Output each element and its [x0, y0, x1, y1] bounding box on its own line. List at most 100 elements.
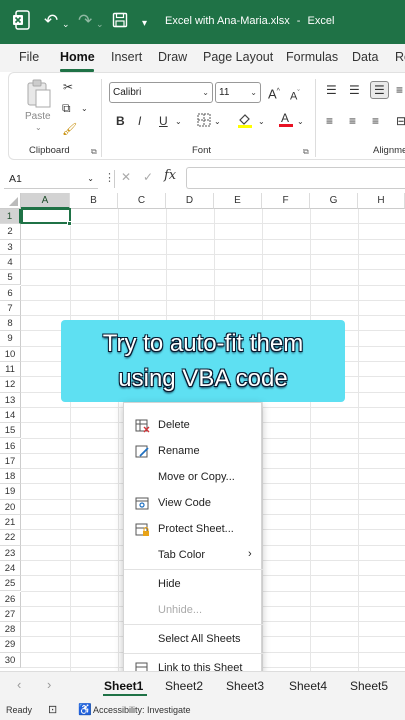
scroll-right-icon[interactable]: ›	[47, 677, 51, 692]
tab-formulas[interactable]: Formulas	[286, 50, 338, 64]
font-color-icon[interactable]: A	[278, 111, 294, 131]
sheet-tab-sheet3[interactable]: Sheet3	[226, 679, 264, 693]
align-top-icon[interactable]: ☰	[326, 83, 337, 97]
fill-handle[interactable]	[67, 221, 72, 226]
name-box[interactable]: A1 ⌄	[4, 169, 98, 189]
row-header-18[interactable]: 18	[0, 469, 21, 485]
select-all-corner[interactable]	[0, 193, 21, 209]
tab-file[interactable]: File	[19, 50, 39, 64]
increase-font-icon[interactable]: A^	[268, 85, 280, 101]
borders-dropdown-icon[interactable]: ⌄	[214, 115, 221, 129]
redo-dropdown-icon[interactable]: ⌄	[96, 14, 104, 34]
column-header-b[interactable]: B	[70, 193, 118, 209]
cancel-icon[interactable]: ✕	[121, 170, 131, 184]
merge-center-icon[interactable]: ⊟	[396, 114, 405, 128]
row-header-29[interactable]: 29	[0, 637, 21, 653]
row-header-20[interactable]: 20	[0, 499, 21, 515]
tab-data[interactable]: Data	[352, 50, 378, 64]
row-header-4[interactable]: 4	[0, 254, 21, 271]
sheet-tab-sheet4[interactable]: Sheet4	[289, 679, 327, 693]
row-header-26[interactable]: 26	[0, 591, 21, 607]
bold-icon[interactable]: B	[116, 114, 125, 128]
undo-dropdown-icon[interactable]: ⌄	[62, 14, 70, 34]
row-header-6[interactable]: 6	[0, 285, 21, 301]
customize-toolbar-icon[interactable]: ▾	[142, 14, 147, 34]
font-launcher-icon[interactable]: ⧉	[303, 147, 309, 157]
row-header-25[interactable]: 25	[0, 576, 21, 592]
clipboard-launcher-icon[interactable]: ⧉	[91, 147, 97, 157]
column-header-a[interactable]: A	[21, 193, 70, 209]
row-header-22[interactable]: 22	[0, 530, 21, 546]
row-header-10[interactable]: 10	[0, 346, 21, 362]
align-center-icon[interactable]: ≡	[349, 114, 356, 128]
column-header-e[interactable]: E	[214, 193, 262, 209]
align-right-icon[interactable]: ≡	[372, 114, 379, 128]
row-header-7[interactable]: 7	[0, 300, 21, 317]
font-color-dropdown-icon[interactable]: ⌄	[297, 115, 304, 129]
row-header-5[interactable]: 5	[0, 270, 21, 286]
row-header-8[interactable]: 8	[0, 316, 21, 332]
redo-icon[interactable]: ↷	[78, 11, 92, 31]
row-header-24[interactable]: 24	[0, 560, 21, 577]
row-header-15[interactable]: 15	[0, 423, 21, 439]
undo-icon[interactable]: ↶	[44, 11, 58, 31]
scroll-left-icon[interactable]: ‹	[17, 677, 21, 692]
row-header-14[interactable]: 14	[0, 407, 21, 424]
menu-item-rename[interactable]: Rename	[124, 439, 263, 463]
fill-color-dropdown-icon[interactable]: ⌄	[258, 115, 265, 129]
borders-icon[interactable]	[197, 113, 211, 130]
row-header-30[interactable]: 30	[0, 652, 21, 668]
copy-icon[interactable]: ⧉	[62, 101, 71, 115]
insert-function-icon[interactable]: fx	[164, 168, 176, 183]
row-header-11[interactable]: 11	[0, 362, 21, 378]
menu-item-tab-color[interactable]: Tab Color ›	[124, 543, 263, 567]
column-header-g[interactable]: G	[310, 193, 358, 209]
column-header-c[interactable]: C	[118, 193, 166, 209]
sheet-tab-sheet2[interactable]: Sheet2	[165, 679, 203, 693]
row-header-19[interactable]: 19	[0, 484, 21, 500]
macro-recording-icon[interactable]: ⊡	[48, 701, 57, 720]
column-header-d[interactable]: D	[166, 193, 214, 209]
menu-item-protect-sheet[interactable]: Protect Sheet...	[124, 517, 263, 541]
wrap-text-icon[interactable]: ≡	[396, 83, 403, 97]
underline-icon[interactable]: U	[159, 114, 168, 128]
copy-dropdown-icon[interactable]: ⌄	[81, 102, 88, 116]
column-header-f[interactable]: F	[262, 193, 310, 209]
decrease-font-icon[interactable]: Aˇ	[290, 87, 300, 104]
formula-input[interactable]	[186, 167, 405, 189]
row-header-9[interactable]: 9	[0, 331, 21, 347]
accessibility-icon[interactable]: ♿	[78, 701, 92, 720]
tab-draw[interactable]: Draw	[158, 50, 187, 64]
row-header-2[interactable]: 2	[0, 224, 21, 240]
paste-icon[interactable]	[25, 79, 53, 112]
row-header-13[interactable]: 13	[0, 392, 21, 408]
tab-page-layout[interactable]: Page Layout	[203, 50, 273, 64]
row-header-16[interactable]: 16	[0, 438, 21, 454]
sheet-tab-sheet1[interactable]: Sheet1	[104, 679, 143, 693]
align-middle-icon[interactable]: ☰	[349, 83, 360, 97]
paste-button[interactable]: Paste	[25, 111, 51, 122]
align-bottom-icon[interactable]: ☰	[370, 81, 389, 99]
row-header-12[interactable]: 12	[0, 377, 21, 393]
menu-item-view-code[interactable]: View Code	[124, 491, 263, 515]
row-header-27[interactable]: 27	[0, 606, 21, 623]
italic-icon[interactable]: I	[138, 114, 141, 128]
menu-item-move-copy[interactable]: Move or Copy...	[124, 465, 263, 489]
align-left-icon[interactable]: ≡	[326, 114, 333, 128]
tab-home[interactable]: Home	[60, 50, 95, 64]
row-header-1[interactable]: 1	[0, 209, 21, 225]
row-header-3[interactable]: 3	[0, 239, 21, 255]
row-header-17[interactable]: 17	[0, 453, 21, 470]
underline-dropdown-icon[interactable]: ⌄	[175, 115, 182, 129]
save-icon[interactable]	[112, 12, 128, 33]
fill-color-icon[interactable]	[237, 112, 253, 131]
accessibility-status[interactable]: Accessibility: Investigate	[93, 701, 191, 720]
row-header-28[interactable]: 28	[0, 622, 21, 638]
column-header-h[interactable]: H	[358, 193, 405, 209]
menu-item-delete[interactable]: Delete	[124, 413, 263, 437]
font-name-select[interactable]: Calibri ⌄	[109, 82, 213, 103]
font-size-select[interactable]: 11 ⌄	[215, 82, 261, 103]
tab-review[interactable]: Re	[395, 50, 405, 64]
paste-dropdown-icon[interactable]: ⌄	[35, 123, 42, 132]
menu-item-select-all-sheets[interactable]: Select All Sheets	[124, 627, 263, 651]
